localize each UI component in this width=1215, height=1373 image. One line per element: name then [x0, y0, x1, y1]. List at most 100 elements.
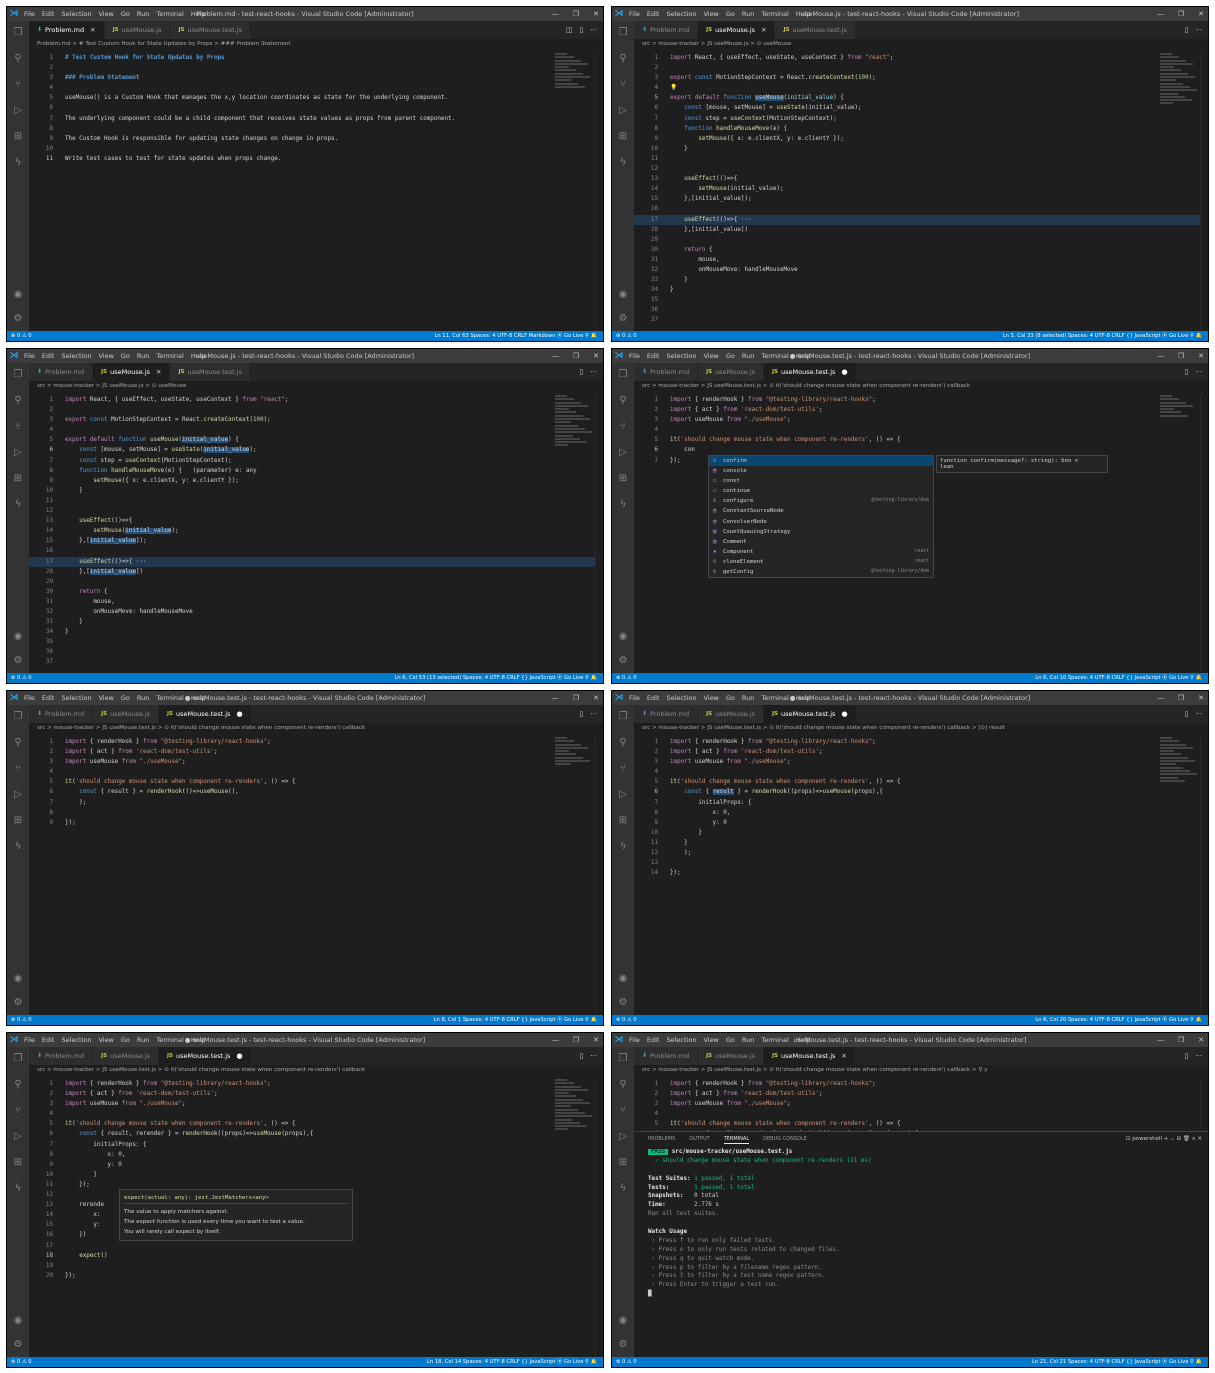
menu-item-selection[interactable]: Selection — [666, 10, 696, 18]
tab-close-icon[interactable]: ✕ — [156, 363, 161, 381]
menu-item-view[interactable]: View — [703, 694, 718, 702]
menu-item-terminal[interactable]: Terminal — [761, 10, 788, 18]
breadcrumb[interactable]: src > mouse-tracker > JS useMouse.test.j… — [37, 725, 593, 735]
panel-tab-output[interactable]: OUTPUT — [689, 1134, 709, 1144]
source-control-icon[interactable]: ⑂ — [12, 421, 24, 433]
tab-problem-md[interactable]: ⬇ Problem.md — [634, 705, 699, 723]
menu-item-file[interactable]: File — [24, 10, 35, 18]
menu-item-terminal[interactable]: Terminal — [156, 352, 183, 360]
menu-item-run[interactable]: Run — [742, 352, 754, 360]
code-editor[interactable]: 1 # Test Custom Hook for State Updates by… — [29, 53, 595, 330]
extensions-icon[interactable]: ⊞ — [12, 815, 24, 827]
menu-item-edit[interactable]: Edit — [647, 10, 660, 18]
source-control-icon[interactable]: ⑂ — [12, 79, 24, 91]
minimize-button[interactable]: — — [552, 352, 559, 360]
split-editor-icon[interactable]: ▯ — [1184, 26, 1188, 34]
close-button[interactable]: ✕ — [593, 10, 599, 18]
files-icon[interactable]: ❐ — [617, 1053, 629, 1065]
status-problems[interactable]: ⊗ 0 ⚠ 0 — [616, 1357, 637, 1367]
search-icon[interactable]: ⚲ — [12, 1079, 24, 1091]
source-control-icon[interactable]: ⑂ — [617, 1105, 629, 1117]
files-icon[interactable]: ❐ — [12, 1053, 24, 1065]
status-problems[interactable]: ⊗ 0 ⚠ 0 — [11, 1015, 32, 1025]
terminal-output[interactable]: PASS src/mouse-tracker/useMouse.test.js … — [648, 1148, 1200, 1355]
gear-icon[interactable]: ⚙ — [12, 997, 24, 1009]
menu-item-view[interactable]: View — [98, 10, 113, 18]
menu-item-go[interactable]: Go — [121, 352, 130, 360]
tab-usemouse-test-js[interactable]: JS useMouse.test.js ● — [159, 1047, 252, 1065]
tab-problem-md[interactable]: ⬇ Problem.md — [634, 1047, 699, 1065]
maximize-button[interactable]: ❐ — [1178, 10, 1184, 18]
split-editor-icon[interactable]: ▯ — [579, 26, 583, 34]
lightning-icon[interactable]: ϟ — [12, 841, 24, 853]
lightning-icon[interactable]: ϟ — [617, 841, 629, 853]
menu-item-view[interactable]: View — [703, 352, 718, 360]
lightning-icon[interactable]: ϟ — [12, 157, 24, 169]
menu-item-help[interactable]: Help — [796, 10, 811, 18]
menu-item-view[interactable]: View — [98, 1036, 113, 1044]
menu-item-file[interactable]: File — [24, 1036, 35, 1044]
unsaved-dot-icon[interactable]: ● — [236, 1047, 242, 1065]
menu-item-file[interactable]: File — [629, 694, 640, 702]
suggestion-item[interactable]: ▤ CountQueuingStrategy — [709, 527, 933, 537]
suggestion-item[interactable]: ▭ continue — [709, 486, 933, 496]
code-editor[interactable]: 1 import { renderHook } from "@testing-li… — [29, 737, 595, 1014]
minimap[interactable] — [555, 1079, 595, 1139]
gear-icon[interactable]: ⚙ — [12, 655, 24, 667]
unsaved-dot-icon[interactable]: ● — [841, 363, 847, 381]
menu-item-terminal[interactable]: Terminal — [761, 694, 788, 702]
run-debug-icon[interactable]: ▷ — [12, 105, 24, 117]
search-icon[interactable]: ⚲ — [617, 53, 629, 65]
files-icon[interactable]: ❐ — [617, 369, 629, 381]
code-editor[interactable]: 1 import React, { useEffect, useState, us… — [29, 395, 595, 672]
status-problems[interactable]: ⊗ 0 ⚠ 0 — [616, 1015, 637, 1025]
menu-item-run[interactable]: Run — [742, 10, 754, 18]
lightning-icon[interactable]: ϟ — [12, 1183, 24, 1195]
minimize-button[interactable]: — — [1157, 1036, 1164, 1044]
gear-icon[interactable]: ⚙ — [12, 313, 24, 325]
account-icon[interactable]: ◉ — [12, 631, 24, 643]
close-button[interactable]: ✕ — [593, 1036, 599, 1044]
status-info[interactable]: Ln 18, Col 14 Spaces: 4 UTF-8 CRLF {} Ja… — [427, 1357, 597, 1367]
panel-tab-debug-console[interactable]: DEBUG CONSOLE — [763, 1134, 807, 1144]
menu-item-selection[interactable]: Selection — [61, 10, 91, 18]
menu-item-go[interactable]: Go — [121, 694, 130, 702]
vertical-scrollbar[interactable] — [595, 737, 603, 1014]
menu-item-terminal[interactable]: Terminal — [761, 352, 788, 360]
lightning-icon[interactable]: ϟ — [617, 499, 629, 511]
vertical-scrollbar[interactable] — [595, 1079, 603, 1356]
maximize-button[interactable]: ❐ — [1178, 352, 1184, 360]
account-icon[interactable]: ◉ — [617, 973, 629, 985]
close-button[interactable]: ✕ — [1198, 352, 1204, 360]
gear-icon[interactable]: ⚙ — [617, 313, 629, 325]
tab-usemouse-test-js[interactable]: JS useMouse.test.js ● — [764, 363, 857, 381]
close-button[interactable]: ✕ — [593, 694, 599, 702]
account-icon[interactable]: ◉ — [617, 1315, 629, 1327]
files-icon[interactable]: ❐ — [12, 369, 24, 381]
menu-item-terminal[interactable]: Terminal — [156, 1036, 183, 1044]
search-icon[interactable]: ⚲ — [617, 395, 629, 407]
suggestion-item[interactable]: ⊙ confirm — [709, 456, 933, 467]
minimap[interactable] — [1160, 737, 1200, 797]
extensions-icon[interactable]: ⊞ — [617, 1157, 629, 1169]
tab-usemouse-js[interactable]: JS useMouse.js ✕ — [698, 21, 776, 39]
more-actions-icon[interactable]: ··· — [1195, 26, 1202, 34]
extensions-icon[interactable]: ⊞ — [12, 1157, 24, 1169]
account-icon[interactable]: ◉ — [12, 289, 24, 301]
menu-item-go[interactable]: Go — [726, 10, 735, 18]
vertical-scrollbar[interactable] — [595, 395, 603, 672]
split-editor-icon[interactable]: ▯ — [579, 368, 583, 376]
search-icon[interactable]: ⚲ — [617, 1079, 629, 1091]
minimap[interactable] — [1160, 53, 1200, 113]
menu-item-go[interactable]: Go — [121, 10, 130, 18]
extensions-icon[interactable]: ⊞ — [617, 473, 629, 485]
suggestion-item[interactable]: ⊙ getConfig @testing-library/dom — [709, 567, 933, 577]
tab-usemouse-js[interactable]: JS useMouse.js — [104, 21, 171, 39]
menu-item-file[interactable]: File — [24, 694, 35, 702]
menu-item-run[interactable]: Run — [137, 352, 149, 360]
run-debug-icon[interactable]: ▷ — [12, 1131, 24, 1143]
tab-usemouse-js[interactable]: JS useMouse.js — [698, 705, 765, 723]
menu-item-edit[interactable]: Edit — [647, 1036, 660, 1044]
source-control-icon[interactable]: ⑂ — [617, 79, 629, 91]
account-icon[interactable]: ◉ — [12, 973, 24, 985]
